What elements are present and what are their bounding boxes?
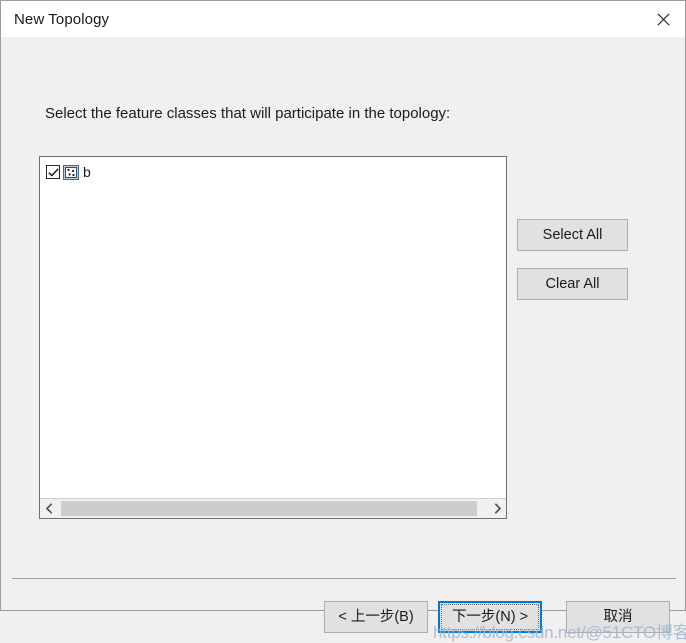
next-button[interactable]: 下一步(N) > xyxy=(438,601,542,633)
close-icon xyxy=(656,12,670,26)
list-item-label: b xyxy=(83,164,91,180)
feature-class-point-icon xyxy=(63,164,79,180)
list-action-buttons: Select All Clear All xyxy=(517,219,628,300)
select-all-label: Select All xyxy=(542,226,603,243)
scroll-left-button[interactable] xyxy=(40,499,58,518)
cancel-button[interactable]: 取消 xyxy=(566,601,670,633)
feature-class-list[interactable]: b xyxy=(39,156,507,519)
back-button[interactable]: < 上一步(B) xyxy=(324,601,428,633)
clear-all-button[interactable]: Clear All xyxy=(517,268,628,300)
next-button-label: 下一步(N) > xyxy=(451,608,529,625)
chevron-right-icon xyxy=(494,503,501,514)
window-title: New Topology xyxy=(14,10,110,28)
horizontal-scrollbar[interactable] xyxy=(40,498,506,518)
scroll-track[interactable] xyxy=(58,499,488,518)
footer-separator xyxy=(12,578,676,579)
close-button[interactable] xyxy=(641,1,685,37)
dialog-body: Select the feature classes that will par… xyxy=(1,37,686,642)
title-bar: New Topology xyxy=(1,1,685,37)
new-topology-dialog: New Topology Select the feature classes … xyxy=(0,0,686,642)
list-item[interactable]: b xyxy=(46,162,506,182)
clear-all-label: Clear All xyxy=(545,275,600,292)
scroll-thumb[interactable] xyxy=(61,501,477,516)
chevron-left-icon xyxy=(45,503,53,514)
back-button-label: < 上一步(B) xyxy=(338,608,414,625)
instruction-label: Select the feature classes that will par… xyxy=(45,105,451,122)
cancel-button-label: 取消 xyxy=(603,608,633,625)
scroll-right-button[interactable] xyxy=(488,499,506,518)
feature-class-list-items: b xyxy=(40,157,506,498)
select-all-button[interactable]: Select All xyxy=(517,219,628,251)
wizard-navigation-buttons: < 上一步(B) 下一步(N) > 取消 xyxy=(324,601,670,633)
feature-class-checkbox[interactable] xyxy=(46,165,60,179)
